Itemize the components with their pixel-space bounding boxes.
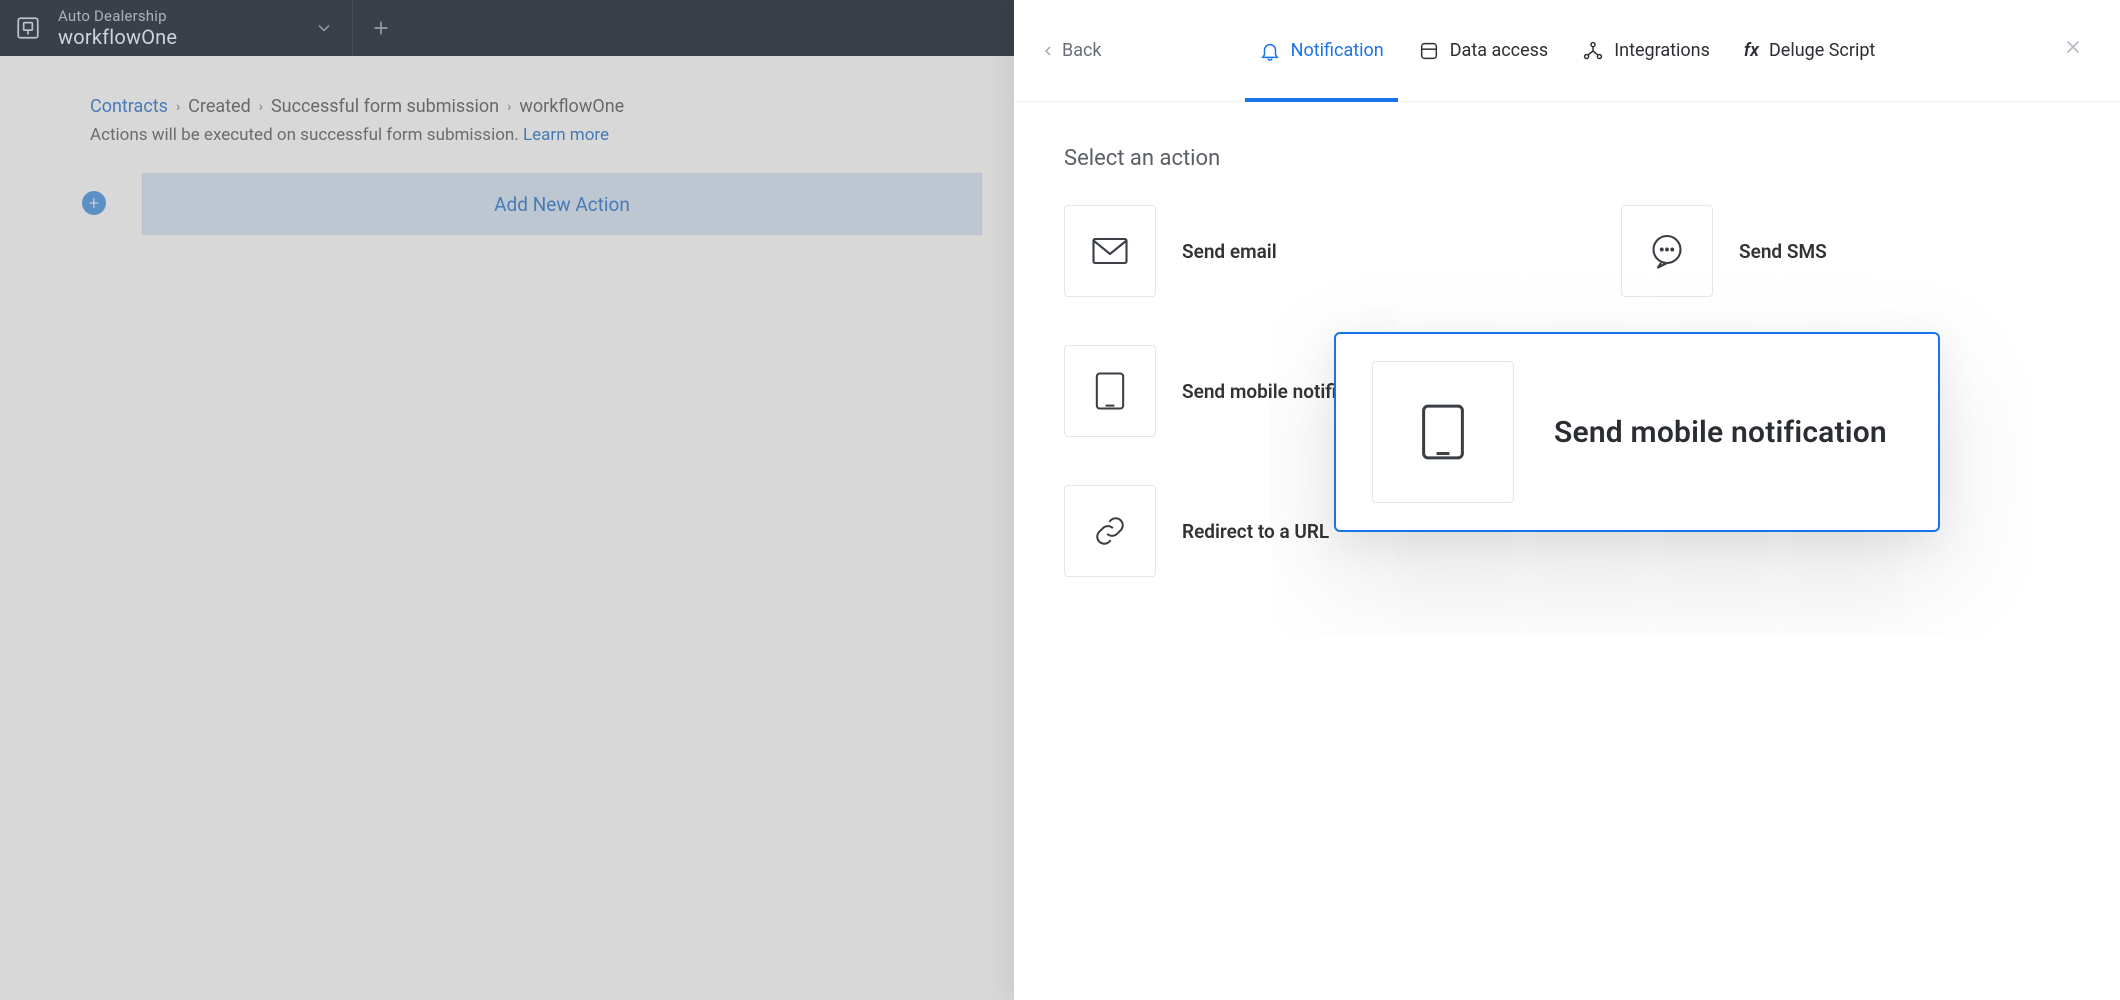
tab-label: Notification <box>1291 40 1384 61</box>
fx-icon: fx <box>1744 40 1759 61</box>
panel-title: Select an action <box>1064 146 2070 171</box>
tab-label: Deluge Script <box>1769 40 1875 61</box>
tablet-icon <box>1064 345 1156 437</box>
action-label: Send email <box>1182 240 1277 263</box>
action-label: Redirect to a URL <box>1182 520 1329 543</box>
link-icon <box>1064 485 1156 577</box>
highlight-label: Send mobile notification <box>1554 415 1887 450</box>
integrations-icon <box>1582 40 1604 62</box>
bell-icon <box>1259 40 1281 62</box>
tab-label: Integrations <box>1614 40 1710 61</box>
tab-notification[interactable]: Notification <box>1259 0 1384 102</box>
action-highlight-card[interactable]: Send mobile notification <box>1334 332 1940 532</box>
tab-integrations[interactable]: Integrations <box>1582 0 1710 102</box>
tab-deluge-script[interactable]: fx Deluge Script <box>1744 0 1875 102</box>
chat-icon <box>1621 205 1713 297</box>
tablet-icon <box>1372 361 1514 503</box>
action-label: Send SMS <box>1739 240 1827 263</box>
modal-overlay <box>0 0 1014 1000</box>
action-send-sms[interactable]: Send SMS <box>1621 205 2070 297</box>
action-send-email[interactable]: Send email <box>1064 205 1513 297</box>
mail-icon <box>1064 205 1156 297</box>
panel-header: Back Notification Data access Integratio… <box>1014 0 2120 102</box>
tab-data-access[interactable]: Data access <box>1418 0 1549 102</box>
database-icon <box>1418 40 1440 62</box>
close-icon <box>2062 36 2084 58</box>
panel-tabs: Notification Data access Integrations fx… <box>1014 0 2120 101</box>
close-panel-button[interactable] <box>2062 36 2084 62</box>
tab-label: Data access <box>1450 40 1549 61</box>
